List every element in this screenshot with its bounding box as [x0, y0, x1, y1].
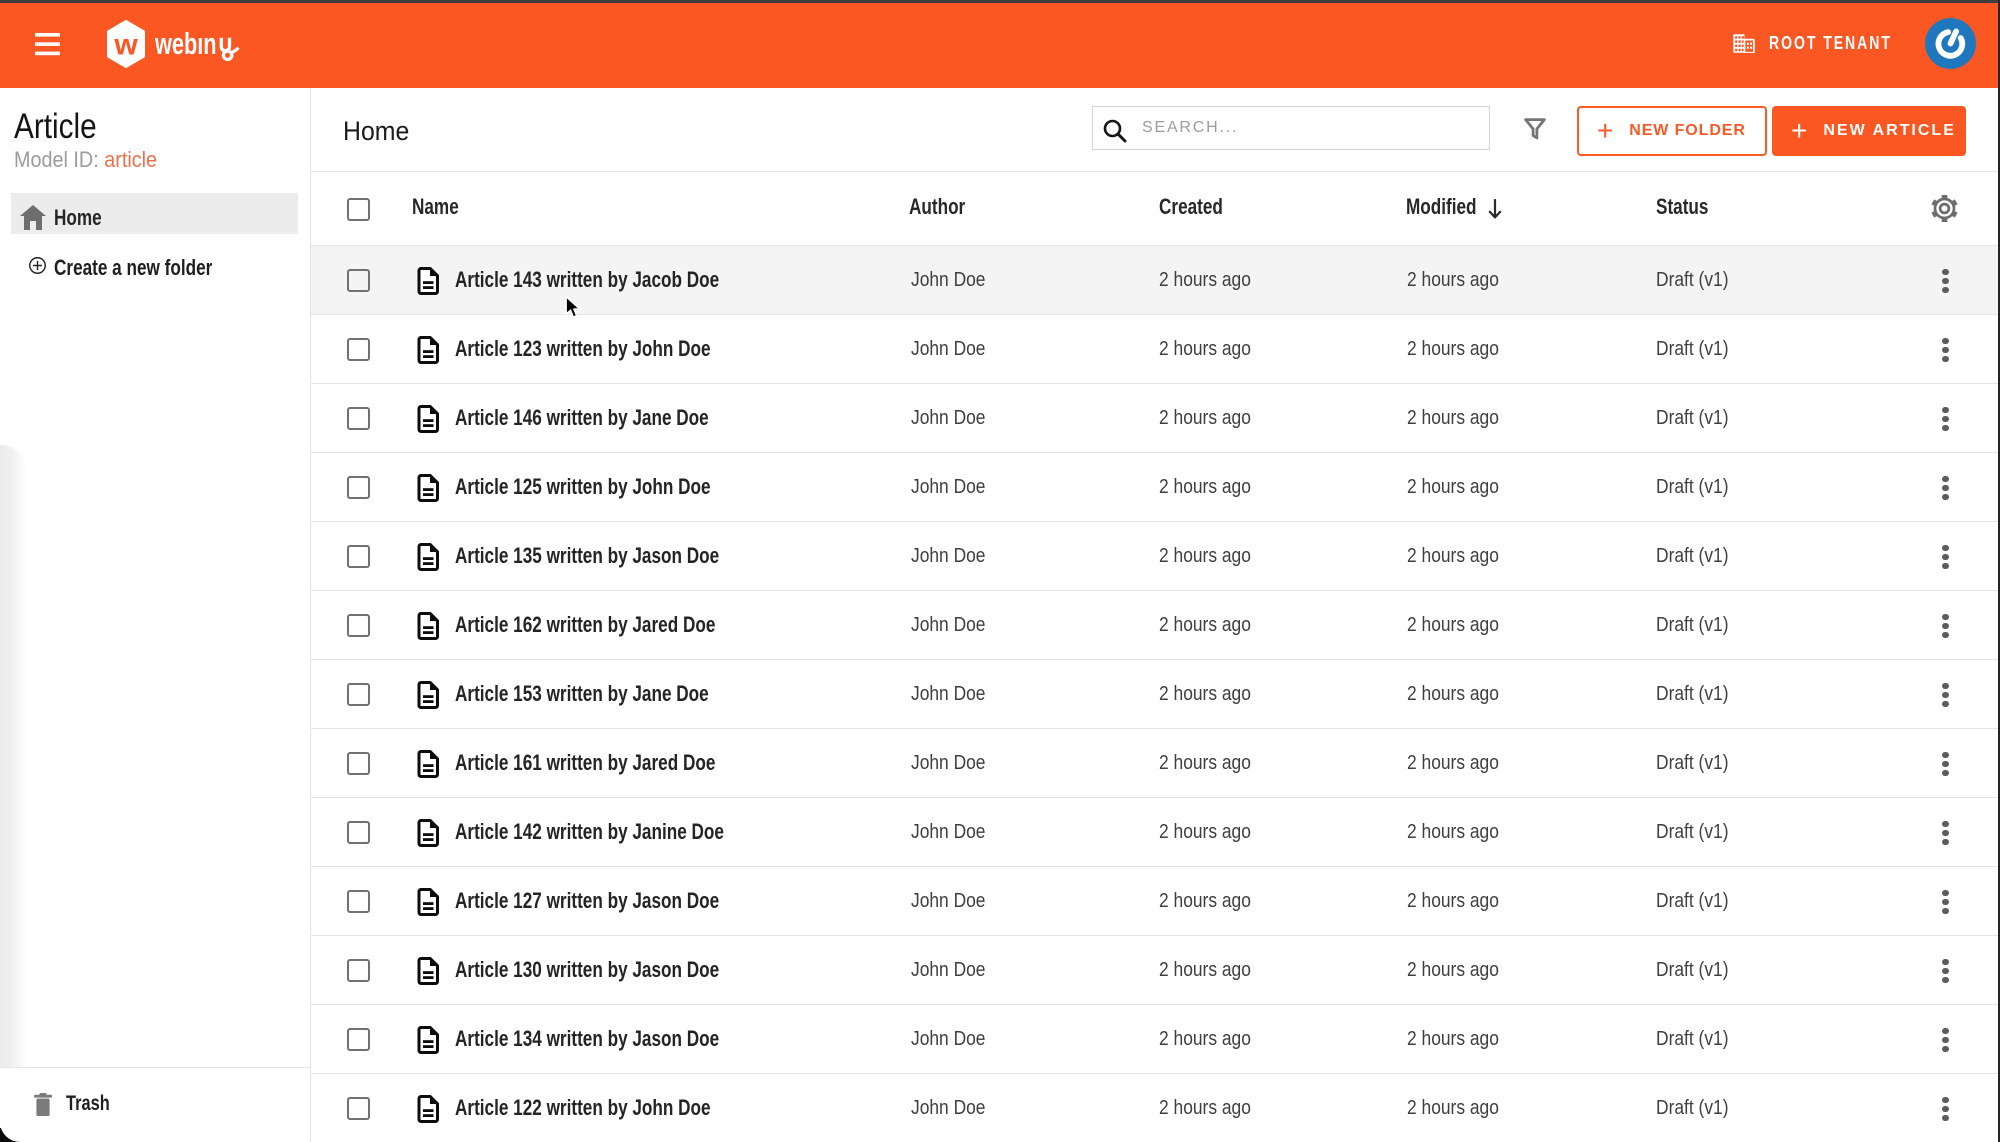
- svg-text:w: w: [113, 29, 138, 62]
